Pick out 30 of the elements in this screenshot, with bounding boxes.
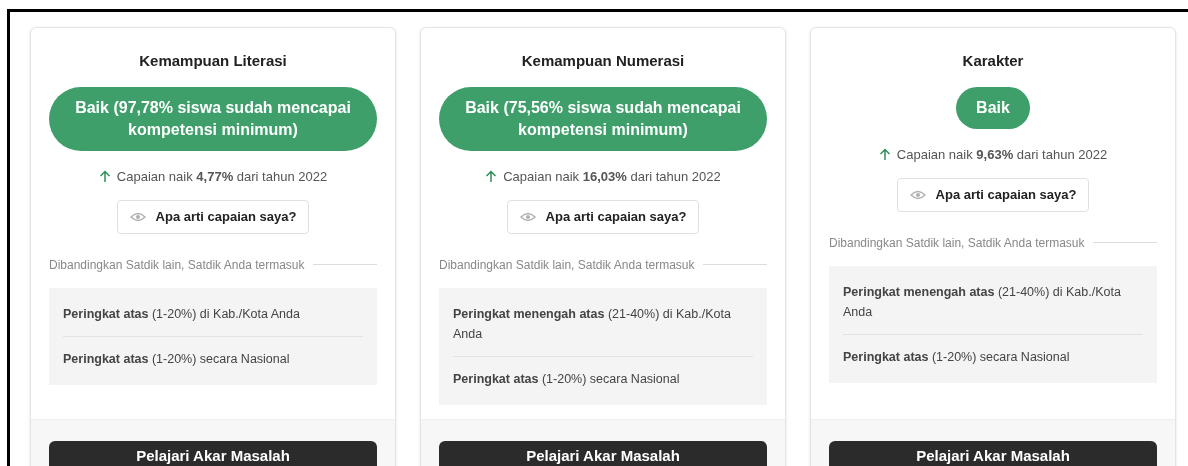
comparison-label: Dibandingkan Satdik lain, Satdik Anda termasuk [49,256,305,274]
rank-text: Peringkat atas (1-20%) secara Nasional [63,335,363,381]
arrow-up-icon [485,169,498,183]
eye-icon [909,189,926,200]
help-button[interactable]: Apa arti capaian saya? [506,200,700,234]
rank-text: Peringkat atas (1-20%) secara Nasional [843,333,1143,379]
rank-text: Peringkat menengah atas (21-40%) di Kab./Kota Anda [453,305,732,343]
rank-text: Peringkat menengah atas (21-40%) di Kab./Kota Anda [843,283,1122,321]
change-text: Capaian naik 9,63% dari tahun 2022 [896,145,1108,164]
learn-root-cause-button[interactable]: Pelajari Akar Masalah [49,441,377,466]
comparison-label: Dibandingkan Satdik lain, Satdik Anda termasuk [829,234,1085,252]
eye-icon [129,211,146,222]
status-badge: Baik (97,78% siswa sudah mencapai kompetensi minimum) [49,86,377,151]
help-button[interactable]: Apa arti capaian saya? [116,200,310,234]
rank-text: Peringkat atas (1-20%) di Kab./Kota Anda [63,305,301,323]
eye-icon [519,211,536,222]
rank-text: Peringkat atas (1-20%) secara Nasional [453,355,753,401]
status-badge: Baik (75,56% siswa sudah mencapai kompetensi minimum) [439,86,767,151]
learn-root-cause-button[interactable]: Pelajari Akar Masalah [439,441,767,466]
change-text: Capaian naik 16,03% dari tahun 2022 [503,167,721,186]
card-title: Karakter [962,51,1024,71]
change-text: Capaian naik 4,77% dari tahun 2022 [116,167,328,186]
arrow-up-icon [98,169,111,183]
card-title: Kemampuan Literasi [139,51,287,71]
learn-root-cause-button[interactable]: Pelajari Akar Masalah [829,441,1157,466]
status-badge: Baik [956,86,1030,129]
card-title: Kemampuan Numerasi [521,51,685,71]
help-button[interactable]: Apa arti capaian saya? [896,178,1090,212]
arrow-up-icon [878,147,891,161]
comparison-label: Dibandingkan Satdik lain, Satdik Anda termasuk [439,256,695,274]
